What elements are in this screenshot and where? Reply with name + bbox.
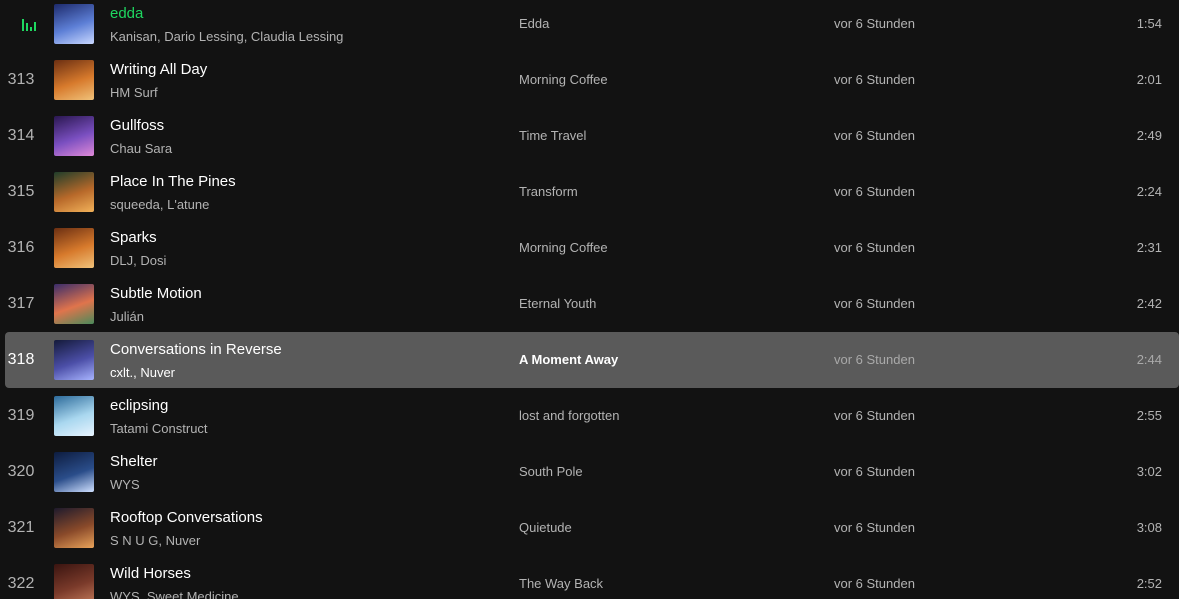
- album-cover: [54, 172, 94, 212]
- track-album[interactable]: South Pole: [519, 444, 583, 500]
- track-artists[interactable]: Chau Sara: [110, 141, 172, 156]
- track-album[interactable]: Time Travel: [519, 108, 586, 164]
- track-number: 315: [7, 183, 35, 200]
- track-artists[interactable]: Julián: [110, 309, 144, 324]
- track-date-added: vor 6 Stunden: [834, 184, 915, 199]
- track-title[interactable]: Shelter: [110, 453, 158, 470]
- album-cover: [54, 116, 94, 156]
- track-artists[interactable]: HM Surf: [110, 85, 158, 100]
- album-cover: [54, 284, 94, 324]
- track-number: 317: [7, 295, 35, 312]
- track-duration: 2:52: [1136, 576, 1162, 591]
- track-row[interactable]: 320 Shelter WYS South Pole vor 6 Stunden…: [5, 444, 1179, 500]
- track-album[interactable]: lost and forgotten: [519, 388, 619, 444]
- track-number: 318: [7, 351, 35, 368]
- track-row[interactable]: 322 Wild Horses WYS, Sweet Medicine The …: [5, 556, 1179, 599]
- track-album[interactable]: A Moment Away: [519, 332, 618, 388]
- track-date-added: vor 6 Stunden: [834, 352, 915, 367]
- track-artists[interactable]: cxlt., Nuver: [110, 365, 175, 380]
- track-album[interactable]: Edda: [519, 0, 549, 52]
- track-date-added: vor 6 Stunden: [834, 72, 915, 87]
- track-title[interactable]: Writing All Day: [110, 61, 207, 78]
- track-album[interactable]: Eternal Youth: [519, 276, 596, 332]
- track-artists[interactable]: WYS, Sweet Medicine: [110, 589, 239, 599]
- track-artists[interactable]: Tatami Construct: [110, 421, 208, 436]
- track-duration: 2:01: [1136, 72, 1162, 87]
- track-album[interactable]: Morning Coffee: [519, 220, 608, 276]
- track-date-added: vor 6 Stunden: [834, 576, 915, 591]
- track-row[interactable]: 314 Gullfoss Chau Sara Time Travel vor 6…: [5, 108, 1179, 164]
- album-cover: [54, 60, 94, 100]
- equalizer-icon: [22, 17, 38, 31]
- track-row[interactable]: 313 Writing All Day HM Surf Morning Coff…: [5, 52, 1179, 108]
- track-rows: edda Kanisan, Dario Lessing, Claudia Les…: [0, 0, 1179, 599]
- track-date-added: vor 6 Stunden: [834, 128, 915, 143]
- track-title[interactable]: Place In The Pines: [110, 173, 236, 190]
- track-number: 319: [7, 407, 35, 424]
- track-duration: 2:55: [1136, 408, 1162, 423]
- track-duration: 2:42: [1136, 296, 1162, 311]
- album-cover: [54, 508, 94, 548]
- track-duration: 3:08: [1136, 520, 1162, 535]
- album-cover: [54, 452, 94, 492]
- track-title[interactable]: Gullfoss: [110, 117, 164, 134]
- track-row[interactable]: edda Kanisan, Dario Lessing, Claudia Les…: [5, 0, 1179, 52]
- track-duration: 1:54: [1136, 16, 1162, 31]
- track-duration: 2:49: [1136, 128, 1162, 143]
- album-cover: [54, 564, 94, 599]
- track-album[interactable]: Morning Coffee: [519, 52, 608, 108]
- now-playing-equalizer-icon: [5, 0, 37, 52]
- track-title[interactable]: Subtle Motion: [110, 285, 202, 302]
- track-duration: 2:31: [1136, 240, 1162, 255]
- track-date-added: vor 6 Stunden: [834, 520, 915, 535]
- track-date-added: vor 6 Stunden: [834, 464, 915, 479]
- track-album[interactable]: The Way Back: [519, 556, 603, 599]
- track-title[interactable]: Conversations in Reverse: [110, 341, 282, 358]
- track-title[interactable]: edda: [110, 5, 143, 22]
- album-cover: [54, 228, 94, 268]
- album-cover: [54, 4, 94, 44]
- track-title[interactable]: Wild Horses: [110, 565, 191, 582]
- track-duration: 2:44: [1136, 352, 1162, 367]
- track-title[interactable]: eclipsing: [110, 397, 168, 414]
- track-artists[interactable]: squeeda, L'atune: [110, 197, 209, 212]
- track-number: 322: [7, 575, 35, 592]
- track-date-added: vor 6 Stunden: [834, 296, 915, 311]
- track-artists[interactable]: WYS: [110, 477, 140, 492]
- track-artists[interactable]: Kanisan, Dario Lessing, Claudia Lessing: [110, 29, 343, 44]
- track-date-added: vor 6 Stunden: [834, 408, 915, 423]
- track-date-added: vor 6 Stunden: [834, 240, 915, 255]
- track-row[interactable]: 317 Subtle Motion Julián Eternal Youth v…: [5, 276, 1179, 332]
- track-row[interactable]: 318 Conversations in Reverse cxlt., Nuve…: [5, 332, 1179, 388]
- track-artists[interactable]: DLJ, Dosi: [110, 253, 166, 268]
- track-duration: 3:02: [1136, 464, 1162, 479]
- track-number: 320: [7, 463, 35, 480]
- track-title[interactable]: Rooftop Conversations: [110, 509, 263, 526]
- track-row[interactable]: 316 Sparks DLJ, Dosi Morning Coffee vor …: [5, 220, 1179, 276]
- track-album[interactable]: Quietude: [519, 500, 572, 556]
- track-date-added: vor 6 Stunden: [834, 16, 915, 31]
- album-cover: [54, 340, 94, 380]
- track-title[interactable]: Sparks: [110, 229, 157, 246]
- track-row[interactable]: 315 Place In The Pines squeeda, L'atune …: [5, 164, 1179, 220]
- track-row[interactable]: 321 Rooftop Conversations S N U G, Nuver…: [5, 500, 1179, 556]
- track-number: 321: [7, 519, 35, 536]
- track-number: 313: [7, 71, 35, 88]
- track-album[interactable]: Transform: [519, 164, 578, 220]
- album-cover: [54, 396, 94, 436]
- track-duration: 2:24: [1136, 184, 1162, 199]
- track-number: 314: [7, 127, 35, 144]
- track-row[interactable]: 319 eclipsing Tatami Construct lost and …: [5, 388, 1179, 444]
- track-artists[interactable]: S N U G, Nuver: [110, 533, 200, 548]
- track-number: 316: [7, 239, 35, 256]
- tracklist: edda Kanisan, Dario Lessing, Claudia Les…: [0, 0, 1179, 599]
